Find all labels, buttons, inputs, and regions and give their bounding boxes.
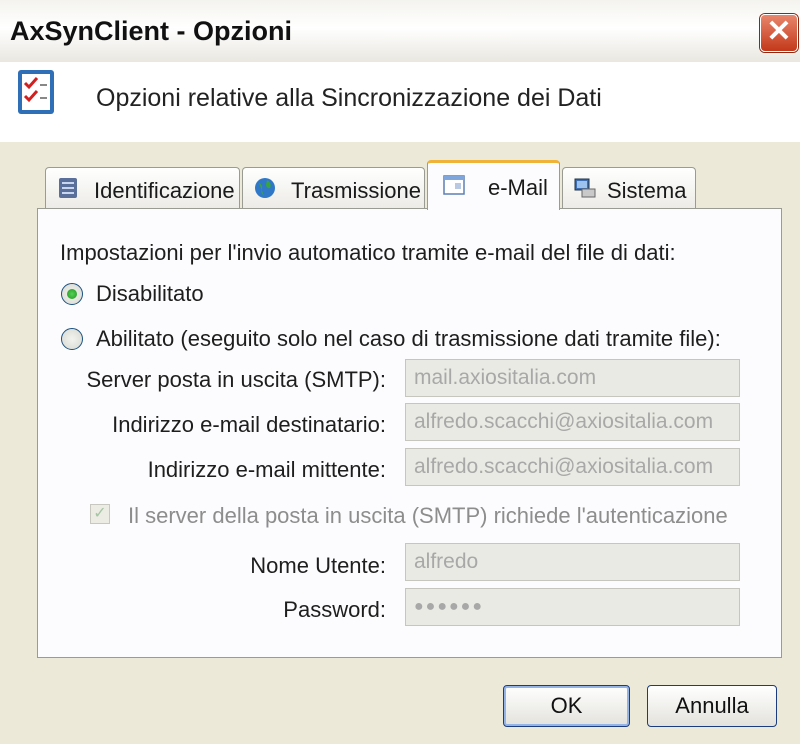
smtp-auth-checkbox[interactable]: ✓ <box>90 504 110 524</box>
radio-disabilitato-label: Disabilitato <box>96 281 204 306</box>
tab-label: Sistema <box>607 178 687 203</box>
title-bar[interactable]: AxSynClient - Opzioni ✕ <box>0 0 800 62</box>
smtp-auth-label: Il server della posta in uscita (SMTP) r… <box>128 503 728 528</box>
recipient-email-field[interactable]: alfredo.scacchi@axiositalia.com <box>405 403 740 441</box>
password-field[interactable]: ●●●●●● <box>405 588 740 626</box>
radio-selected-dot <box>67 289 77 299</box>
checkmark-icon: ✓ <box>93 505 107 522</box>
window-title: AxSynClient - Opzioni <box>10 16 293 46</box>
dialog-header-title: Opzioni relative alla Sincronizzazione d… <box>96 84 602 112</box>
tab-email[interactable]: e-Mail <box>427 160 560 210</box>
database-icon <box>59 178 77 198</box>
tab-label: Identificazione <box>94 178 235 203</box>
ok-button[interactable]: OK <box>503 685 630 727</box>
tab-sistema[interactable]: Sistema <box>562 167 696 209</box>
close-button[interactable]: ✕ <box>760 14 798 52</box>
tab-label: e-Mail <box>488 175 548 200</box>
checklist-icon <box>18 70 54 114</box>
radio-abilitato[interactable] <box>61 328 83 350</box>
globe-icon <box>255 178 275 198</box>
smtp-server-field[interactable]: mail.axiositalia.com <box>405 359 740 397</box>
password-label: Password: <box>283 597 386 622</box>
sender-email-field[interactable]: alfredo.scacchi@axiositalia.com <box>405 448 740 486</box>
radio-abilitato-label: Abilitato (eseguito solo nel caso di tra… <box>96 326 721 351</box>
options-dialog: AxSynClient - Opzioni ✕ Opzioni relative… <box>0 0 800 744</box>
radio-disabilitato[interactable] <box>61 283 83 305</box>
email-intro-label: Impostazioni per l'invio automatico tram… <box>60 240 676 265</box>
tab-identificazione[interactable]: Identificazione <box>45 167 240 209</box>
dialog-header: Opzioni relative alla Sincronizzazione d… <box>0 62 800 142</box>
username-field[interactable]: alfredo <box>405 543 740 581</box>
close-icon: ✕ <box>766 15 792 48</box>
computer-icon <box>574 178 596 198</box>
sender-email-label: Indirizzo e-mail mittente: <box>147 457 386 482</box>
tab-label: Trasmissione <box>291 178 421 203</box>
cancel-button[interactable]: Annulla <box>647 685 777 727</box>
smtp-server-label: Server posta in uscita (SMTP): <box>86 367 386 392</box>
tab-trasmissione[interactable]: Trasmissione <box>242 167 425 209</box>
recipient-email-label: Indirizzo e-mail destinatario: <box>112 412 386 437</box>
username-label: Nome Utente: <box>250 553 386 578</box>
mail-window-icon <box>443 175 465 195</box>
